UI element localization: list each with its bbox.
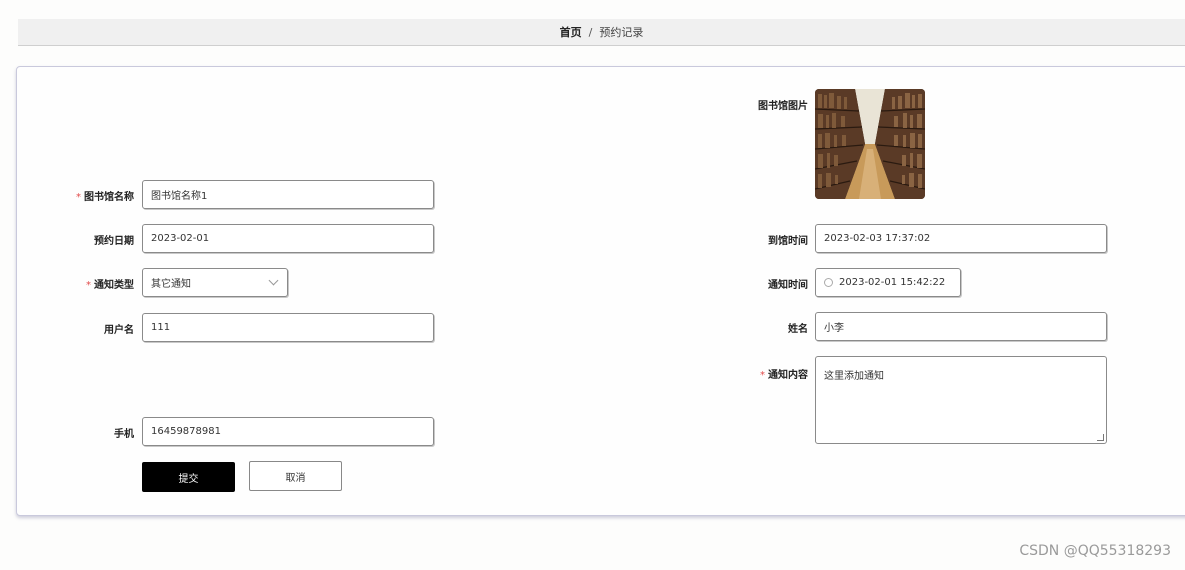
breadcrumb-current: 预约记录: [599, 26, 644, 39]
name-input[interactable]: 小李: [815, 312, 1107, 341]
library-image-label: 图书馆图片: [758, 101, 808, 112]
username-input[interactable]: 111: [142, 313, 434, 342]
reserve-date-input[interactable]: 2023-02-01: [142, 224, 434, 253]
required-marker: *: [86, 280, 91, 291]
name-label: 姓名: [788, 324, 808, 335]
notify-content-label: * 通知内容: [760, 370, 808, 381]
submit-button[interactable]: 提交: [142, 462, 235, 492]
library-name-value: 图书馆名称1: [151, 191, 208, 202]
notify-time-value: 2023-02-01 15:42:22: [839, 277, 946, 288]
phone-value: 16459878981: [151, 426, 221, 437]
arrival-time-input[interactable]: 2023-02-03 17:37:02: [815, 224, 1107, 253]
notify-content-textarea[interactable]: 这里添加通知: [815, 356, 1107, 444]
arrival-time-value: 2023-02-03 17:37:02: [824, 233, 931, 244]
library-name-input[interactable]: 图书馆名称1: [142, 180, 434, 209]
library-image[interactable]: [815, 89, 925, 199]
name-value: 小李: [824, 323, 844, 334]
notify-time-input[interactable]: 2023-02-01 15:42:22: [815, 268, 961, 297]
chevron-down-icon: [268, 275, 279, 286]
notify-type-select[interactable]: 其它通知: [142, 268, 288, 297]
cancel-button[interactable]: 取消: [249, 461, 342, 491]
notify-content-value: 这里添加通知: [824, 371, 884, 382]
breadcrumb-home-link[interactable]: 首页: [560, 24, 582, 40]
clock-icon: [824, 278, 833, 287]
required-marker: *: [76, 192, 81, 203]
username-label: 用户名: [104, 325, 134, 336]
required-marker: *: [760, 370, 765, 381]
username-value: 111: [151, 322, 171, 333]
reserve-date-label: 预约日期: [94, 236, 134, 247]
breadcrumb-separator: /: [588, 25, 593, 39]
notify-time-label: 通知时间: [768, 280, 808, 291]
library-bookshelves-image: [815, 89, 925, 199]
resize-handle-icon[interactable]: [1097, 434, 1104, 441]
library-name-label: * 图书馆名称: [76, 192, 134, 203]
phone-input[interactable]: 16459878981: [142, 417, 434, 446]
breadcrumb: 首页 / 预约记录: [18, 19, 1185, 46]
watermark: CSDN @QQ55318293: [1019, 543, 1171, 559]
notify-type-label: * 通知类型: [86, 280, 134, 291]
reserve-date-value: 2023-02-01: [151, 233, 210, 244]
phone-label: 手机: [114, 429, 134, 440]
arrival-time-label: 到馆时间: [768, 236, 808, 247]
notify-type-value: 其它通知: [151, 279, 191, 290]
